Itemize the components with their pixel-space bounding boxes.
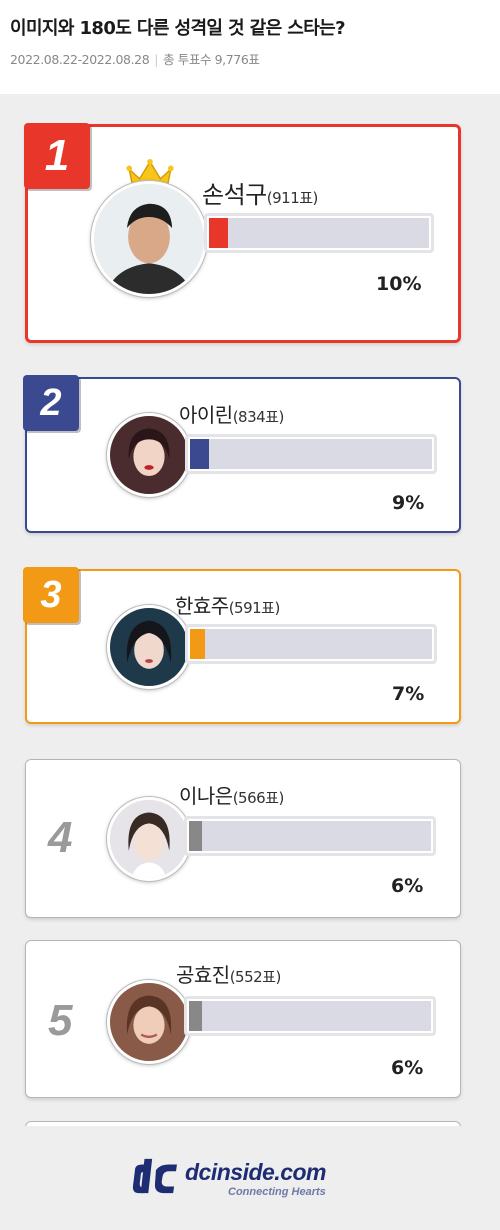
vote-bar (204, 213, 434, 253)
vote-percent: 6% (391, 1057, 424, 1079)
candidate-name: 한효주(591표) (175, 594, 280, 618)
poll-title: 이미지와 180도 다른 성격일 것 같은 스타는? (10, 18, 346, 39)
rank-card-3[interactable]: 3 한효주(591표) 7% (23, 567, 461, 724)
rank-badge-1: 1 (24, 123, 90, 189)
partial-card-mask (20, 1126, 470, 1146)
candidate-name: 공효진(552표) (176, 963, 281, 987)
vote-bar (184, 996, 436, 1036)
poll-meta: 2022.08.22-2022.08.28 | 총 투표수 9,776표 (10, 49, 260, 68)
vote-bar-fill (189, 1001, 202, 1031)
date-range: 2022.08.22-2022.08.28 (10, 52, 150, 67)
candidate-name: 아이린(834표) (179, 403, 284, 427)
rank-number-5: 5 (48, 996, 73, 1045)
candidate-name: 손석구(911표) (202, 181, 318, 209)
logo-wordmark: dcinside.com (185, 1159, 326, 1185)
logo-tagline: Connecting Hearts (228, 1186, 326, 1198)
rank-number-4: 4 (48, 813, 73, 862)
vote-bar (185, 434, 437, 474)
dc-logo-icon (132, 1158, 177, 1194)
poll-header: 이미지와 180도 다른 성격일 것 같은 스타는? 2022.08.22-20… (0, 0, 500, 94)
rank-card-5[interactable]: 5 공효진(552표) 6% (25, 940, 461, 1098)
rank-card-4[interactable]: 4 이나은(566표) 6% (25, 759, 461, 918)
vote-percent: 10% (376, 273, 422, 295)
vote-bar-fill (190, 439, 209, 469)
candidate-name: 이나은(566표) (179, 784, 284, 808)
meta-divider: | (154, 52, 159, 67)
vote-bar (184, 816, 436, 856)
rank-card-2[interactable]: 2 아이린(834표) 9% (23, 375, 461, 533)
avatar-photo (91, 181, 207, 297)
vote-bar (185, 624, 437, 664)
avatar-photo (107, 797, 191, 881)
rank-badge-2: 2 (23, 375, 79, 431)
dcinside-logo[interactable]: dcinside.com Connecting Hearts (130, 1153, 390, 1203)
vote-bar-fill (190, 629, 205, 659)
vote-percent: 6% (391, 875, 424, 897)
avatar-photo (107, 980, 191, 1064)
vote-bar-fill (209, 218, 229, 248)
rank-badge-3: 3 (23, 567, 79, 623)
vote-percent: 7% (392, 683, 425, 705)
rank-card-1[interactable]: 1 손석구(911표) 10% (24, 123, 461, 343)
vote-bar-fill (189, 821, 202, 851)
total-votes: 총 투표수 9,776표 (163, 52, 260, 67)
vote-percent: 9% (392, 492, 425, 514)
